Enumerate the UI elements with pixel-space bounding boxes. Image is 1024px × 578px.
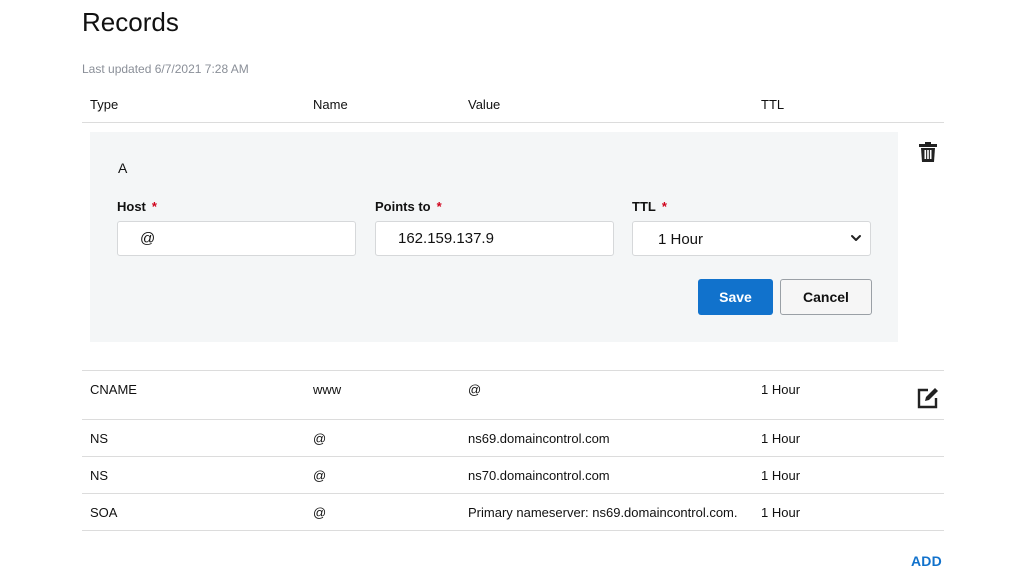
ttl-label: TTL * bbox=[632, 199, 667, 214]
required-marker: * bbox=[151, 199, 157, 214]
cell-name: @ bbox=[313, 468, 327, 483]
edit-icon[interactable] bbox=[916, 386, 940, 410]
points-to-input[interactable] bbox=[375, 221, 614, 256]
cell-type: NS bbox=[90, 468, 109, 483]
cell-value: Primary nameserver: ns69.domaincontrol.c… bbox=[468, 505, 738, 520]
cell-type: SOA bbox=[90, 505, 118, 520]
add-record-link[interactable]: ADD bbox=[911, 553, 942, 569]
edit-record-type: A bbox=[118, 160, 128, 176]
cell-ttl: 1 Hour bbox=[761, 382, 801, 397]
ttl-select-value: 1 Hour bbox=[658, 231, 704, 248]
points-to-label: Points to * bbox=[375, 199, 442, 214]
ttl-select[interactable]: 1 Hour bbox=[632, 221, 871, 256]
host-input[interactable] bbox=[117, 221, 356, 256]
header-value: Value bbox=[468, 97, 501, 112]
last-updated-text: Last updated 6/7/2021 7:28 AM bbox=[82, 62, 249, 76]
cell-ttl: 1 Hour bbox=[761, 505, 801, 520]
chevron-down-icon bbox=[851, 235, 861, 241]
host-label: Host * bbox=[117, 199, 157, 214]
ttl-label-text: TTL bbox=[632, 199, 656, 214]
cancel-button[interactable]: Cancel bbox=[780, 279, 872, 315]
cell-ttl: 1 Hour bbox=[761, 468, 801, 483]
trash-icon[interactable] bbox=[918, 141, 938, 163]
cell-name: @ bbox=[313, 505, 327, 520]
cell-type: CNAME bbox=[90, 382, 137, 397]
cell-value: ns70.domaincontrol.com bbox=[468, 468, 610, 483]
cell-name: @ bbox=[313, 431, 327, 446]
cell-ttl: 1 Hour bbox=[761, 431, 801, 446]
cell-value: ns69.domaincontrol.com bbox=[468, 431, 610, 446]
save-button[interactable]: Save bbox=[698, 279, 773, 315]
required-marker: * bbox=[661, 199, 667, 214]
record-edit-panel: A Host * Points to * TTL * 1 Hour Save Canc… bbox=[90, 132, 898, 342]
header-ttl: TTL bbox=[761, 97, 785, 112]
required-marker: * bbox=[436, 199, 442, 214]
host-label-text: Host bbox=[117, 199, 146, 214]
table-row: CNAME www @ 1 Hour bbox=[82, 370, 944, 420]
header-name: Name bbox=[313, 97, 348, 112]
cell-type: NS bbox=[90, 431, 109, 446]
header-type: Type bbox=[90, 97, 119, 112]
page-title: Records bbox=[82, 7, 179, 37]
table-header: Type Name Value TTL bbox=[82, 90, 944, 123]
points-to-label-text: Points to bbox=[375, 199, 431, 214]
cell-value: @ bbox=[468, 382, 482, 397]
table-row: SOA @ Primary nameserver: ns69.domaincon… bbox=[82, 494, 944, 531]
table-row: NS @ ns70.domaincontrol.com 1 Hour bbox=[82, 457, 944, 494]
cell-name: www bbox=[313, 382, 342, 397]
table-row: NS @ ns69.domaincontrol.com 1 Hour bbox=[82, 420, 944, 457]
